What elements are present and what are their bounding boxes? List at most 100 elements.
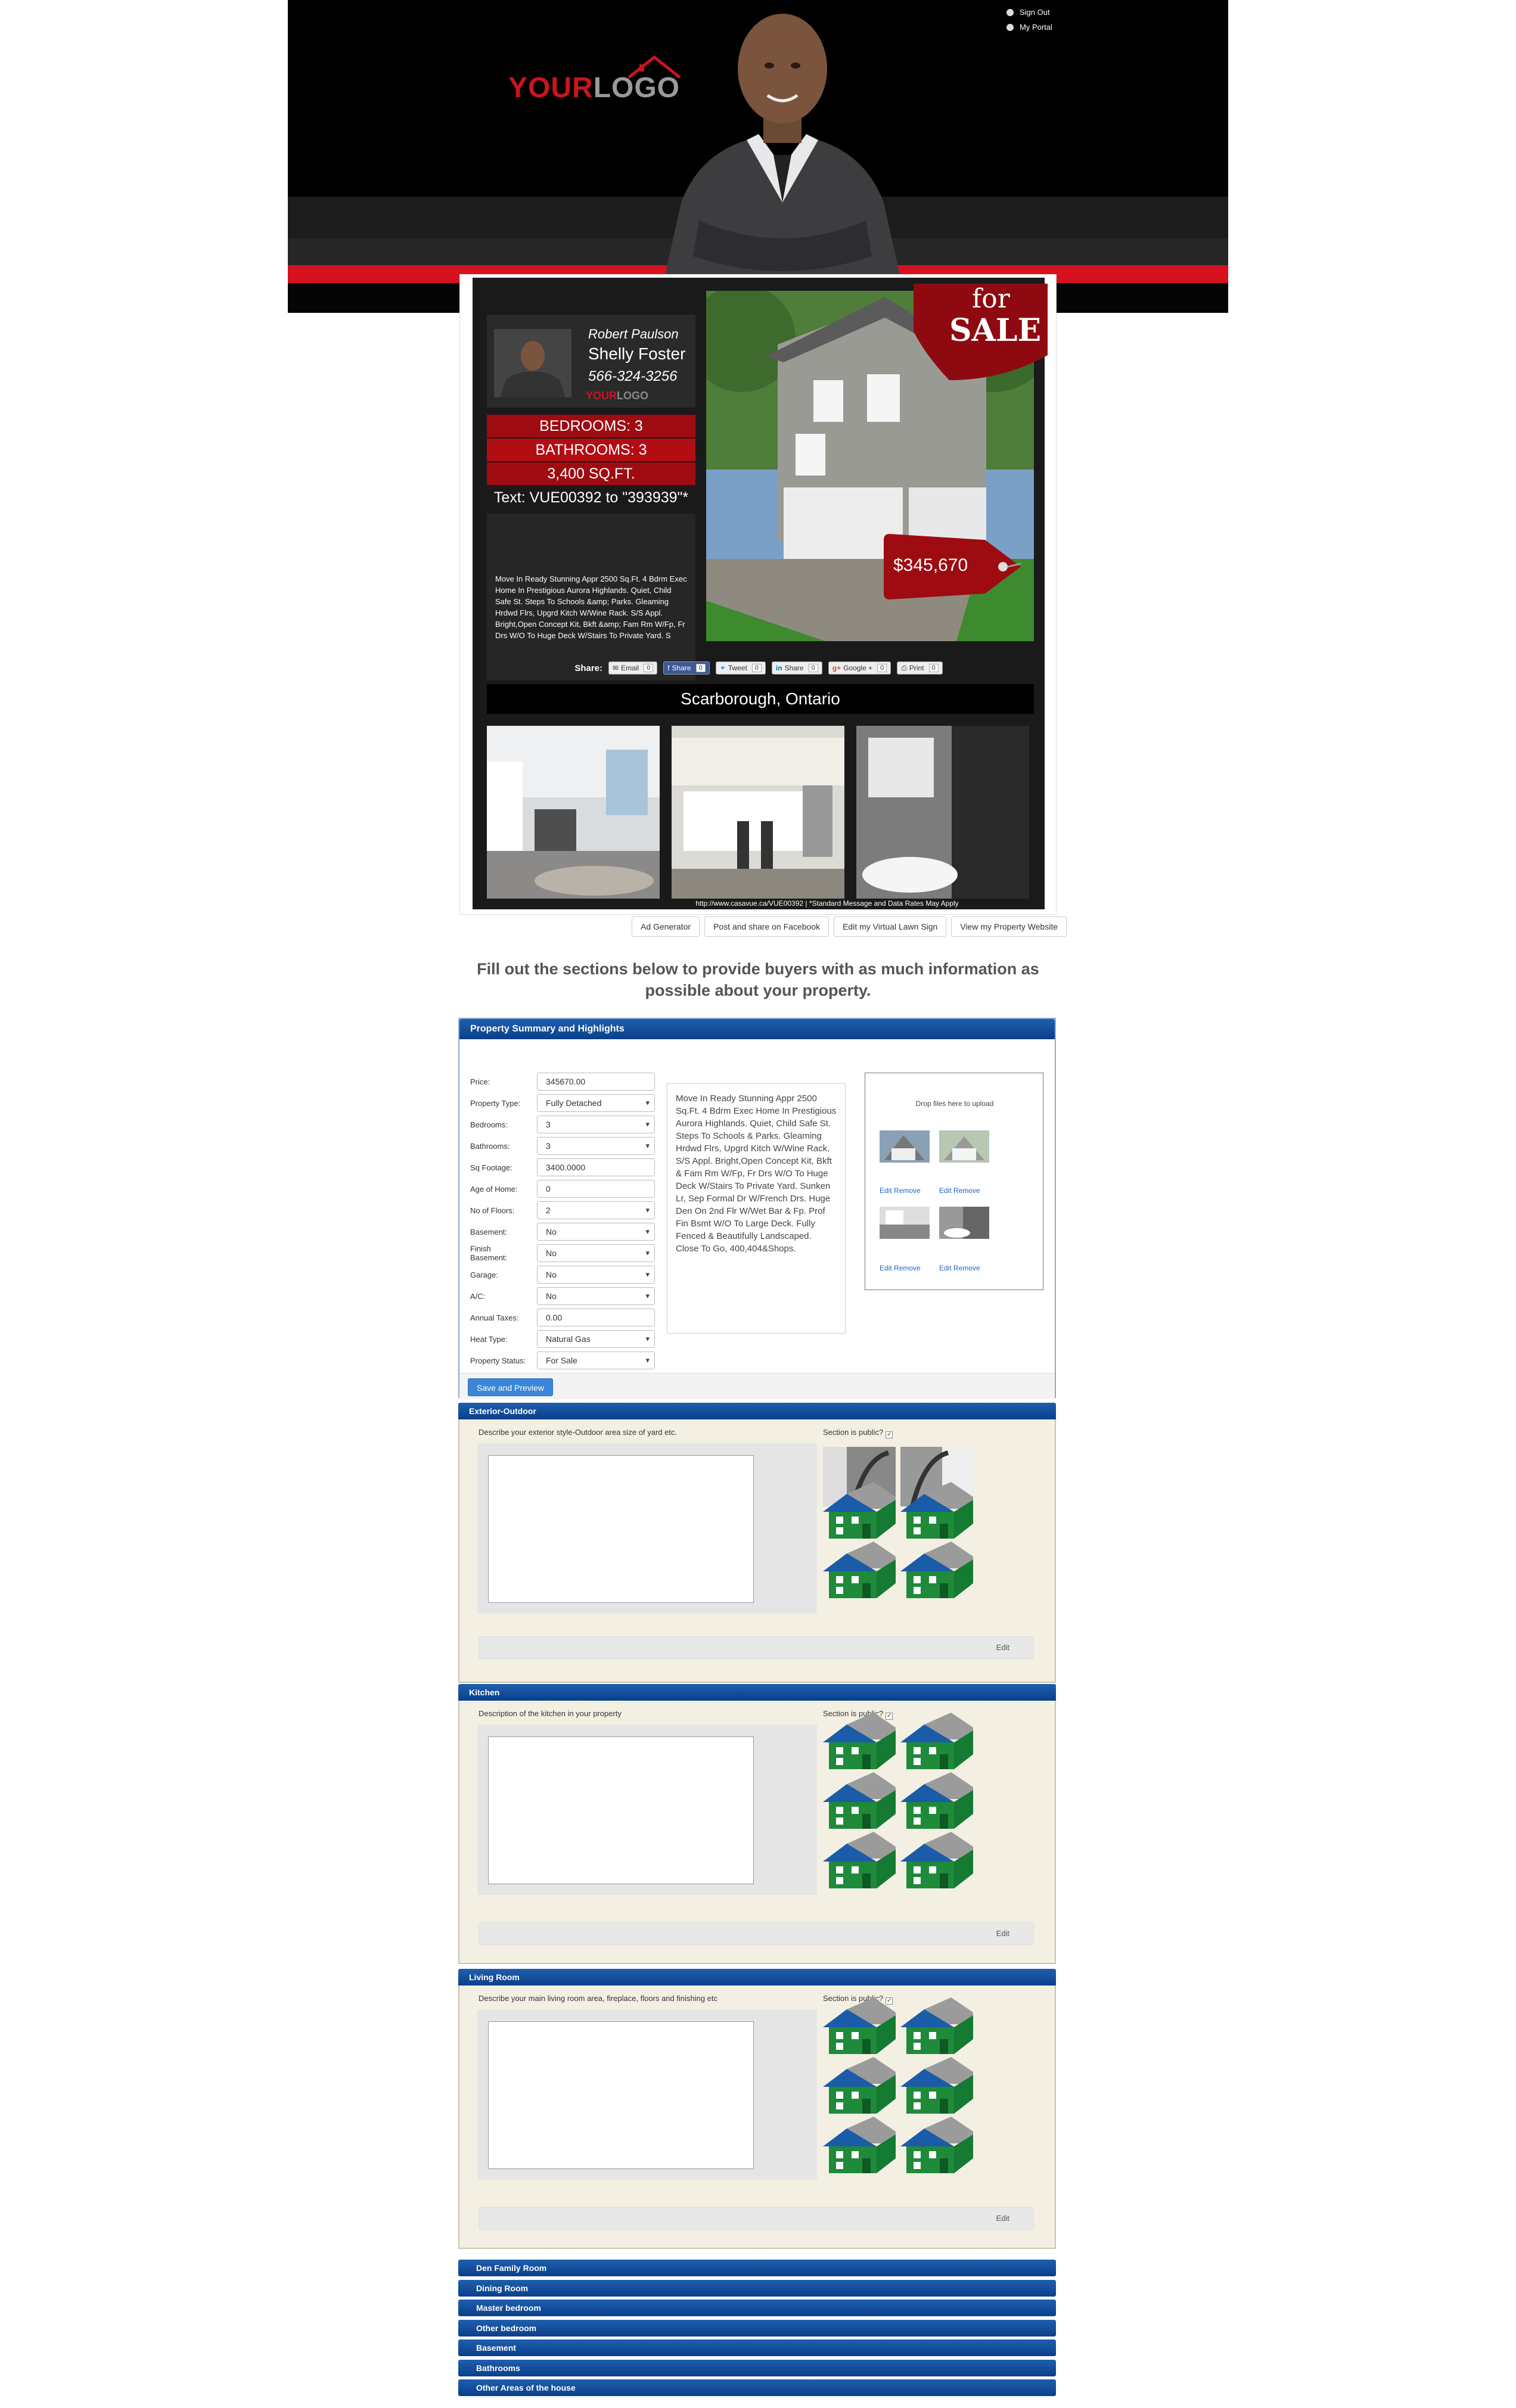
sign-out-link[interactable]: Sign Out [1006, 5, 1052, 20]
save-preview-button[interactable]: Save and Preview [468, 1378, 553, 1396]
house-placeholder-icon[interactable] [823, 1542, 896, 1601]
collapsed-section-header[interactable]: Master bedroom [458, 2300, 1056, 2316]
collapsed-section-header[interactable]: Basement [458, 2339, 1056, 2356]
house-placeholder-icon[interactable] [823, 1713, 896, 1772]
field-select[interactable]: No [537, 1244, 655, 1262]
section-edit-button[interactable]: Edit [996, 1929, 1009, 1938]
gallery-photo-bathroom[interactable] [856, 726, 1029, 899]
field-select[interactable]: No [537, 1223, 655, 1241]
linkedin-share-button[interactable]: in Share 0 [771, 661, 822, 675]
field-input[interactable]: 0.00 [537, 1309, 655, 1326]
field-label: Annual Taxes: [470, 1313, 519, 1322]
section-prompt: Describe your main living room area, fir… [479, 1994, 718, 2003]
section-body: Describe your main living room area, fir… [458, 1986, 1056, 2249]
house-placeholder-icon[interactable] [900, 1713, 973, 1772]
remove-photo-3-link[interactable]: Remove [894, 1264, 921, 1272]
gallery-photo-kitchen-2[interactable] [672, 726, 844, 899]
section-edit-button[interactable]: Edit [996, 1643, 1009, 1652]
field-select[interactable]: Fully Detached [537, 1094, 655, 1112]
field-select[interactable]: 3 [537, 1116, 655, 1133]
post-facebook-button[interactable]: Post and share on Facebook [704, 916, 830, 937]
edit-photo-4-link[interactable]: Edit [939, 1264, 952, 1272]
section-prompt: Description of the kitchen in your prope… [479, 1709, 622, 1718]
field-input[interactable]: 3400.0000 [537, 1158, 655, 1176]
view-website-button[interactable]: View my Property Website [951, 916, 1067, 937]
site-header: YOURLOGO Sign Out My Portal [288, 0, 1228, 313]
edit-photo-3-link[interactable]: Edit [880, 1264, 892, 1272]
ad-generator-button[interactable]: Ad Generator [632, 916, 700, 937]
edit-lawn-sign-button[interactable]: Edit my Virtual Lawn Sign [834, 916, 947, 937]
section-public-toggle[interactable]: Section is public? ✓ [823, 1428, 893, 1438]
panel-title[interactable]: Property Summary and Highlights [459, 1019, 1055, 1039]
remove-photo-2-link[interactable]: Remove [953, 1186, 980, 1195]
section-title[interactable]: Living Room [458, 1969, 1056, 1986]
field-select[interactable]: For Sale [537, 1351, 655, 1369]
google-plus-share-label: Google + [843, 664, 873, 672]
price-label: $345,670 [893, 555, 968, 575]
print-button[interactable]: ⎙ Print 0 [897, 661, 943, 675]
site-logo[interactable]: YOURLOGO [508, 72, 680, 104]
logo-text-your: YOUR [508, 72, 594, 104]
google-plus-share-count: 0 [877, 664, 887, 672]
house-placeholder-icon[interactable] [900, 1482, 973, 1542]
section-description-textarea[interactable] [488, 2021, 754, 2169]
twitter-share-button[interactable]: ✦ Tweet 0 [715, 661, 766, 675]
house-placeholder-icon[interactable] [823, 1832, 896, 1891]
field-select[interactable]: 3 [537, 1137, 655, 1155]
twitter-share-count: 0 [751, 664, 762, 672]
house-placeholder-icon[interactable] [823, 2057, 896, 2117]
photo-upload-box[interactable]: Drop files here to upload Edit Remove Ed… [865, 1073, 1043, 1290]
my-portal-link[interactable]: My Portal [1006, 20, 1052, 35]
field-select[interactable]: No [537, 1266, 655, 1284]
field-select[interactable]: No [537, 1287, 655, 1305]
uploaded-photo-3 [880, 1207, 930, 1239]
house-placeholder-icon[interactable] [823, 2117, 896, 2176]
twitter-icon: ✦ [719, 664, 726, 672]
agent-portrait [663, 14, 902, 283]
facebook-share-button[interactable]: f Share 0 [663, 661, 710, 675]
house-placeholder-icon[interactable] [900, 1542, 973, 1601]
text-code-line: Text: VUE00392 to "393939"* [493, 489, 689, 506]
collapsed-section-header[interactable]: Den Family Room [458, 2260, 1056, 2276]
field-label: Age of Home: [470, 1184, 518, 1194]
field-label: A/C: [470, 1291, 486, 1301]
collapsed-section-header[interactable]: Dining Room [458, 2279, 1056, 2297]
public-checkbox[interactable]: ✓ [886, 1431, 893, 1438]
house-placeholder-icon[interactable] [900, 1832, 973, 1891]
house-placeholder-icon[interactable] [823, 1482, 896, 1542]
house-placeholder-icon[interactable] [823, 1997, 896, 2057]
field-row: No of Floors: 2 [470, 1200, 655, 1220]
field-input[interactable]: 345670.00 [537, 1073, 655, 1090]
section-title[interactable]: Kitchen [458, 1684, 1056, 1701]
location-bar: Scarborough, Ontario [487, 684, 1034, 714]
card-logo-logo: LOGO [617, 390, 649, 402]
user-links: Sign Out My Portal [1006, 5, 1052, 35]
google-plus-share-button[interactable]: g+ Google + 0 [828, 661, 891, 675]
for-label: for [972, 284, 1010, 314]
house-placeholder-icon[interactable] [900, 1772, 973, 1832]
section-description-textarea[interactable] [488, 1736, 754, 1884]
section-description-textarea[interactable] [488, 1455, 754, 1603]
field-select[interactable]: 2 [537, 1201, 655, 1219]
edit-photo-2-link[interactable]: Edit [939, 1186, 952, 1195]
field-label: Bathrooms: [470, 1141, 510, 1151]
house-placeholder-icon[interactable] [823, 1772, 896, 1832]
flyer-actions: Ad Generator Post and share on Facebook … [632, 916, 1067, 937]
remove-photo-1-link[interactable]: Remove [894, 1186, 921, 1195]
section-edit-button[interactable]: Edit [996, 2214, 1009, 2223]
collapsed-section-header[interactable]: Bathrooms [458, 2359, 1056, 2376]
section-title[interactable]: Exterior-Outdoor [458, 1403, 1056, 1419]
flyer-description: Move In Ready Stunning Appr 2500 Sq.Ft. … [487, 514, 695, 681]
remove-photo-4-link[interactable]: Remove [953, 1264, 980, 1272]
house-placeholder-icon[interactable] [900, 1997, 973, 2057]
collapsed-section-header[interactable]: Other Areas of the house [458, 2379, 1056, 2396]
house-placeholder-icon[interactable] [900, 2117, 973, 2176]
collapsed-section-header[interactable]: Other bedroom [458, 2319, 1056, 2336]
field-input[interactable]: 0 [537, 1180, 655, 1198]
gallery-photo-kitchen[interactable] [487, 726, 660, 899]
email-share-button[interactable]: ✉ Email 0 [608, 661, 658, 675]
field-select[interactable]: Natural Gas [537, 1330, 655, 1348]
house-placeholder-icon[interactable] [900, 2057, 973, 2117]
edit-photo-1-link[interactable]: Edit [880, 1186, 892, 1195]
summary-description-textarea[interactable]: Move In Ready Stunning Appr 2500 Sq.Ft. … [667, 1083, 846, 1334]
